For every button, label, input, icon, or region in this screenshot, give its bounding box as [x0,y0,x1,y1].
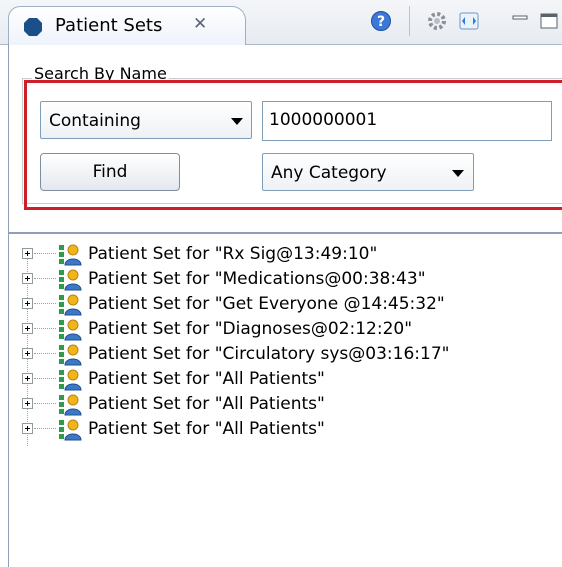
highlight-box [24,80,562,210]
expand-icon[interactable] [22,273,33,284]
tree-item-label[interactable]: Patient Set for "Rx Sig@13:49:10" [88,244,377,264]
tree-connector [34,353,56,354]
minimize-icon[interactable] [510,10,532,32]
expand-icon[interactable] [22,348,33,359]
tree-item[interactable]: Patient Set for "All Patients" [18,367,558,392]
tree-item-label[interactable]: Patient Set for "All Patients" [88,394,325,414]
tree-connector [34,253,56,254]
tree-item[interactable]: Patient Set for "All Patients" [18,417,558,442]
tree-connector [34,278,56,279]
toolbar-separator [409,6,410,36]
tree-item[interactable]: Patient Set for "Medications@00:38:43" [18,267,558,292]
tree-connector [34,303,56,304]
expand-icon[interactable] [22,298,33,309]
close-icon[interactable]: ✕ [193,14,207,34]
tree-item[interactable]: Patient Set for "All Patients" [18,392,558,417]
svg-text:?: ? [377,14,385,30]
patient-sets-icon [24,18,42,36]
patient-set-icon [59,369,82,391]
tab-title: Patient Sets [55,15,163,36]
tree-item-label[interactable]: Patient Set for "Circulatory sys@03:16:1… [88,344,449,364]
tree-item-label[interactable]: Patient Set for "All Patients" [88,419,325,439]
tree-item[interactable]: Patient Set for "Circulatory sys@03:16:1… [18,342,558,367]
tree-connector [34,378,56,379]
pane-divider[interactable] [8,232,562,234]
patient-set-icon [59,294,82,316]
patient-set-icon [59,319,82,341]
tree-item[interactable]: Patient Set for "Get Everyone @14:45:32" [18,292,558,317]
expand-icon[interactable] [22,248,33,259]
patient-set-icon [59,344,82,366]
tree-connector [34,428,56,429]
tree-connector [34,403,56,404]
expand-icon[interactable] [22,423,33,434]
expand-icon[interactable] [22,323,33,334]
help-icon[interactable]: ? [370,10,392,32]
tree-item[interactable]: Patient Set for "Rx Sig@13:49:10" [18,242,558,267]
view-tab-bar: Patient Sets ✕ ? [0,0,562,45]
patient-set-icon [59,394,82,416]
settings-icon[interactable] [426,10,448,32]
tree-item-label[interactable]: Patient Set for "Get Everyone @14:45:32" [88,294,445,314]
tree-item-label[interactable]: Patient Set for "All Patients" [88,369,325,389]
tree-connector [34,328,56,329]
view-frame [8,44,9,567]
patient-set-tree: Patient Set for "Rx Sig@13:49:10" Patient… [18,242,558,446]
tab-patient-sets[interactable]: Patient Sets ✕ [8,6,246,45]
maximize-icon[interactable] [538,10,560,32]
expand-icon[interactable] [22,398,33,409]
patient-set-icon [59,244,82,266]
tree-item-label[interactable]: Patient Set for "Medications@00:38:43" [88,269,426,289]
tree-item[interactable]: Patient Set for "Diagnoses@02:12:20" [18,317,558,342]
tree-item-label[interactable]: Patient Set for "Diagnoses@02:12:20" [88,319,412,339]
expand-icon[interactable] [22,373,33,384]
link-icon[interactable] [458,10,480,32]
patient-set-icon [59,419,82,441]
patient-set-icon [59,269,82,291]
